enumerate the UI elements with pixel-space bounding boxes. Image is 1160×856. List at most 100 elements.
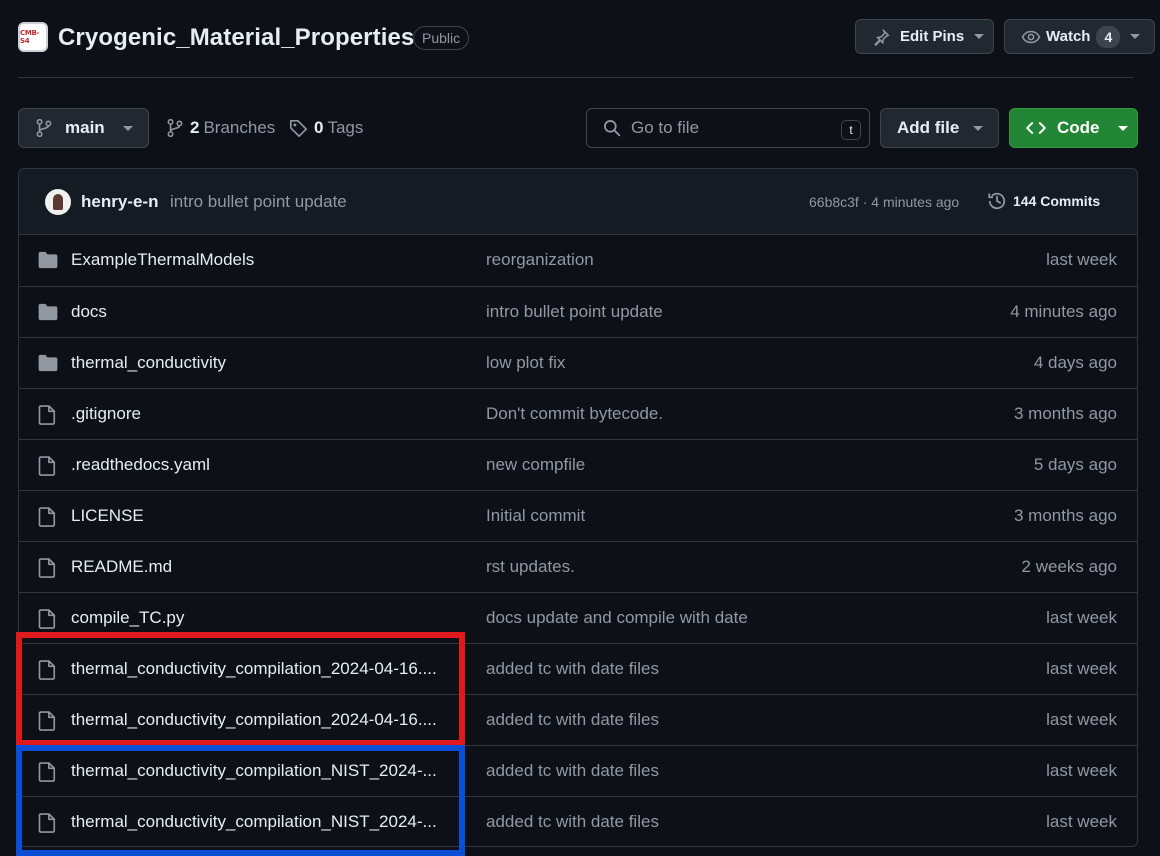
file-row: thermal_conductivity_compilation_NIST_20… — [19, 745, 1137, 796]
code-button[interactable]: Code — [1009, 108, 1138, 148]
file-icon — [38, 507, 56, 532]
file-icon — [38, 609, 56, 634]
history-icon — [988, 192, 1006, 210]
file-icon — [38, 762, 56, 787]
file-commit-date: last week — [1046, 250, 1117, 269]
file-icon — [38, 405, 56, 430]
file-browser: henry-e-n intro bullet point update 66b8… — [18, 168, 1138, 847]
pin-icon — [874, 28, 890, 46]
file-name-link[interactable]: thermal_conductivity_compilation_2024-04… — [71, 710, 437, 730]
code-label: Code — [1057, 118, 1100, 137]
file-commit-message[interactable]: added tc with date files — [486, 659, 659, 679]
file-name-link[interactable]: thermal_conductivity_compilation_NIST_20… — [71, 761, 437, 781]
file-commit-message[interactable]: reorganization — [486, 250, 594, 270]
eye-icon — [1021, 30, 1041, 43]
file-commit-message[interactable]: Initial commit — [486, 506, 585, 526]
commit-author[interactable]: henry-e-n — [81, 192, 158, 212]
avatar[interactable] — [45, 189, 71, 215]
code-icon — [1026, 122, 1046, 134]
file-row: LICENSE Initial commit 3 months ago — [19, 490, 1137, 541]
search-input[interactable] — [631, 118, 831, 138]
file-icon — [38, 456, 56, 481]
tags-link[interactable]: 0 Tags — [289, 118, 363, 138]
branch-name: main — [65, 118, 105, 137]
add-file-button[interactable]: Add file — [880, 108, 999, 148]
commit-message[interactable]: intro bullet point update — [170, 192, 347, 212]
branches-label: Branches — [203, 118, 276, 137]
chevron-down-icon — [974, 34, 985, 39]
file-commit-message[interactable]: added tc with date files — [486, 761, 659, 781]
folder-icon — [38, 303, 58, 326]
branches-link[interactable]: 2 Branches — [166, 118, 275, 138]
repo-logo-text: CMB-S4 — [20, 29, 40, 45]
watch-label: Watch — [1046, 28, 1091, 45]
file-icon — [38, 711, 56, 736]
file-row: thermal_conductivity_compilation_NIST_20… — [19, 796, 1137, 846]
header-divider — [18, 77, 1133, 78]
file-name-link[interactable]: docs — [71, 302, 107, 322]
chevron-down-icon — [122, 125, 133, 131]
file-name-link[interactable]: compile_TC.py — [71, 608, 184, 628]
shortcut-hint: t — [841, 120, 861, 140]
chevron-down-icon — [1117, 125, 1128, 131]
file-commit-message[interactable]: Don't commit bytecode. — [486, 404, 663, 424]
file-icon — [38, 558, 56, 583]
branch-icon — [167, 118, 183, 138]
go-to-file-search[interactable]: t — [586, 108, 870, 148]
commits-link[interactable]: 144 Commits — [987, 191, 1100, 211]
commit-hash-time[interactable]: 66b8c3f · 4 minutes ago — [809, 194, 959, 210]
tags-label: Tags — [327, 118, 364, 137]
branch-selector[interactable]: main — [18, 108, 149, 148]
file-commit-date: last week — [1046, 659, 1117, 678]
chevron-down-icon — [973, 125, 984, 131]
file-commit-date: 4 minutes ago — [1010, 302, 1117, 321]
edit-pins-button[interactable]: Edit Pins — [855, 19, 994, 54]
file-name-link[interactable]: thermal_conductivity_compilation_NIST_20… — [71, 812, 437, 832]
file-commit-message[interactable]: low plot fix — [486, 353, 565, 373]
file-commit-message[interactable]: added tc with date files — [486, 710, 659, 730]
file-commit-date: last week — [1046, 710, 1117, 729]
file-row: thermal_conductivity_compilation_2024-04… — [19, 643, 1137, 694]
watch-button[interactable]: Watch 4 — [1004, 19, 1155, 54]
visibility-badge: Public — [413, 26, 470, 50]
file-commit-date: 3 months ago — [1013, 506, 1117, 525]
file-commit-date: 5 days ago — [1033, 455, 1117, 474]
file-row: .gitignore Don't commit bytecode. 3 months… — [19, 388, 1137, 439]
latest-commit-bar: henry-e-n intro bullet point update 66b8… — [19, 169, 1137, 235]
file-row: README.md rst updates. 2 weeks ago — [19, 541, 1137, 592]
file-icon — [38, 660, 56, 685]
file-name-link[interactable]: thermal_conductivity — [71, 353, 226, 373]
folder-icon — [38, 354, 58, 377]
file-commit-message[interactable]: rst updates. — [486, 557, 575, 577]
repo-logo[interactable]: CMB-S4 — [18, 22, 48, 52]
file-name-link[interactable]: ExampleThermalModels — [71, 250, 254, 270]
file-name-link[interactable]: LICENSE — [71, 506, 144, 526]
file-list: ExampleThermalModels reorganization last w… — [19, 235, 1137, 846]
file-commit-date: last week — [1046, 812, 1117, 831]
file-commit-message[interactable]: added tc with date files — [486, 812, 659, 832]
repo-name[interactable]: Cryogenic_Material_Properties — [58, 24, 414, 52]
search-icon — [604, 120, 621, 137]
tag-icon — [289, 119, 308, 137]
file-name-link[interactable]: .readthedocs.yaml — [71, 455, 210, 475]
folder-icon — [38, 251, 58, 274]
add-file-label: Add file — [897, 118, 960, 137]
file-row: thermal_conductivity low plot fix 4 days a… — [19, 337, 1137, 388]
file-commit-date: 4 days ago — [1033, 353, 1117, 372]
file-row: compile_TC.py docs update and compile wit… — [19, 592, 1137, 643]
file-name-link[interactable]: thermal_conductivity_compilation_2024-04… — [71, 659, 437, 679]
chevron-down-icon — [1130, 34, 1141, 39]
watch-count: 4 — [1096, 25, 1121, 48]
file-commit-date: 3 months ago — [1013, 404, 1117, 423]
file-name-link[interactable]: README.md — [71, 557, 172, 577]
file-commit-date: last week — [1046, 608, 1117, 627]
file-commit-message[interactable]: intro bullet point update — [486, 302, 663, 322]
branch-icon — [36, 118, 52, 138]
edit-pins-label: Edit Pins — [900, 28, 965, 45]
branches-count: 2 — [190, 118, 200, 137]
file-name-link[interactable]: .gitignore — [71, 404, 141, 424]
commits-label: 144 Commits — [1013, 193, 1101, 209]
file-commit-message[interactable]: docs update and compile with date — [486, 608, 748, 628]
file-commit-date: 2 weeks ago — [1021, 557, 1117, 576]
file-commit-message[interactable]: new compfile — [486, 455, 585, 475]
